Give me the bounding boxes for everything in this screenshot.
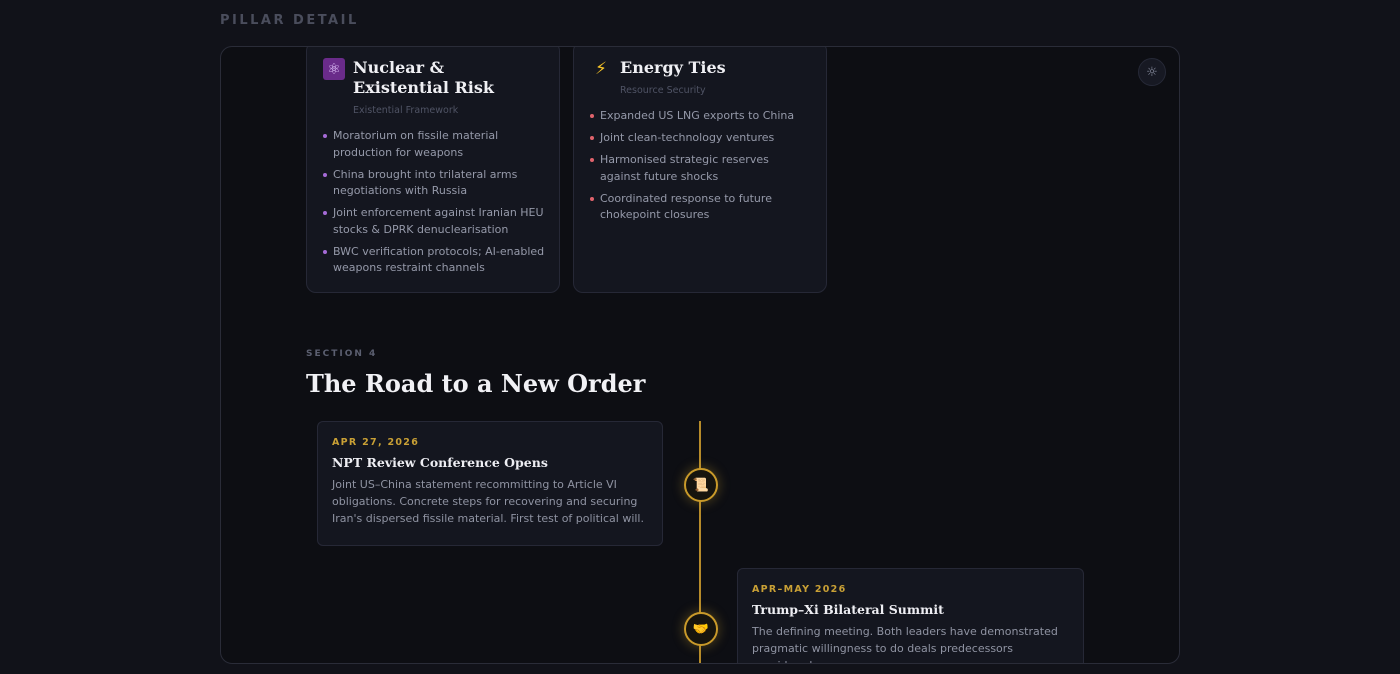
- event-description: Joint US–China statement recommitting to…: [332, 478, 644, 525]
- event-title: Trump–Xi Bilateral Summit: [752, 602, 944, 617]
- event-title: NPT Review Conference Opens: [332, 455, 548, 470]
- pillar-card-energy: ⚡ Energy Ties Resource Security Expanded…: [573, 47, 827, 293]
- pillar-card-nuclear: ⚛ Nuclear & Existential Risk Existential…: [306, 47, 560, 293]
- section-kicker: SECTION 4: [306, 349, 378, 359]
- list-item: BWC verification protocols; AI-enabled w…: [323, 244, 545, 277]
- card-bullet-list: Moratorium on fissile material productio…: [323, 128, 545, 282]
- page-label: PILLAR DETAIL: [220, 13, 359, 28]
- theme-toggle-button[interactable]: ☼: [1138, 58, 1166, 86]
- atom-icon: ⚛: [323, 58, 345, 80]
- list-item: China brought into trilateral arms negot…: [323, 167, 545, 200]
- card-bullet-list: Expanded US LNG exports to China Joint c…: [590, 108, 812, 229]
- event-date: APR–MAY 2026: [752, 584, 847, 595]
- pillar-detail-panel: ☼ ⚛ Nuclear & Existential Risk Existenti…: [220, 46, 1180, 664]
- lightning-bolt-icon: ⚡: [595, 59, 607, 79]
- card-title: Nuclear & Existential Risk: [353, 58, 494, 97]
- timeline-event-summit: APR–MAY 2026 Trump–Xi Bilateral Summit T…: [737, 568, 1084, 663]
- card-subtitle: Existential Framework: [353, 105, 459, 116]
- list-item: Coordinated response to future chokepoin…: [590, 191, 812, 224]
- list-item: Expanded US LNG exports to China: [590, 108, 812, 125]
- card-subtitle: Resource Security: [620, 85, 706, 96]
- list-item: Moratorium on fissile material productio…: [323, 128, 545, 161]
- list-item: Joint enforcement against Iranian HEU st…: [323, 205, 545, 238]
- event-date: APR 27, 2026: [332, 437, 420, 448]
- event-description: The defining meeting. Both leaders have …: [752, 625, 1058, 663]
- list-item: Harmonised strategic reserves against fu…: [590, 152, 812, 185]
- section-title: The Road to a New Order: [306, 369, 646, 398]
- list-item: Joint clean-technology ventures: [590, 130, 812, 147]
- scroll-icon: 📜: [692, 477, 710, 493]
- timeline-node: 📜: [684, 468, 718, 502]
- timeline-event-npt: APR 27, 2026 NPT Review Conference Opens…: [317, 421, 663, 546]
- card-title: Energy Ties: [620, 58, 726, 77]
- sun-icon: ☼: [1146, 64, 1158, 80]
- handshake-icon: 🤝: [692, 621, 710, 637]
- timeline-node: 🤝: [684, 612, 718, 646]
